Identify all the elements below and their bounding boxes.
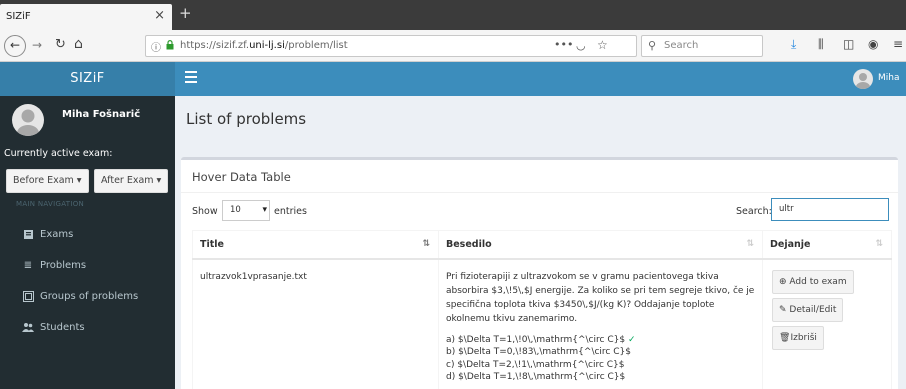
answer-c: c) $\Delta T=2,\!1\,\mathrm{^\circ C}$ xyxy=(446,359,625,370)
plus-circle-icon: ⊕ xyxy=(779,276,787,287)
problem-title-cell: ultrazvok1vprasanje.txt xyxy=(192,258,439,389)
column-actions-label: Dejanje xyxy=(770,238,811,250)
sidebar-user-name: Miha Fošnarič xyxy=(62,109,141,120)
users-icon xyxy=(22,322,34,334)
active-exam-label: Currently active exam: xyxy=(4,148,113,159)
url-domain: uni-lj.si xyxy=(249,40,285,51)
nav-header: MAIN NAVIGATION xyxy=(16,200,85,208)
bookmark-star-icon[interactable]: ☆ xyxy=(597,38,608,52)
pocket-icon[interactable]: ◡ xyxy=(576,39,586,52)
sidebar-toggle-icon[interactable]: ◫ xyxy=(843,37,854,51)
search-placeholder: Search xyxy=(664,40,699,51)
problems-table: Title ⇅ Besedilo ⇅ Dejanje ⇅ ultrazvok1vpra… xyxy=(192,230,892,389)
sidebar-item-label: Groups of problems xyxy=(40,291,139,302)
sort-icon: ⇅ xyxy=(746,239,754,249)
library-icon[interactable]: ⫼ xyxy=(818,37,824,52)
browser-tab[interactable]: SIZiF × xyxy=(0,4,172,30)
answer-d: d) $\Delta T=1,\!8\,\mathrm{^\circ C}$ xyxy=(446,372,626,382)
download-icon[interactable]: ⤓ xyxy=(791,37,796,52)
info-icon[interactable]: ⓘ xyxy=(151,39,161,54)
show-label: Show xyxy=(192,206,218,217)
add-to-exam-label: Add to exam xyxy=(789,276,847,287)
sidebar-item-label: Problems xyxy=(40,260,87,271)
data-table-box: Hover Data Table Show 10 ▾ entries Searc… xyxy=(181,157,898,389)
entries-value: 10 xyxy=(230,205,241,215)
add-to-exam-button[interactable]: ⊕ Add to exam xyxy=(772,269,854,294)
sidebar-toggle-icon[interactable] xyxy=(185,71,197,83)
app-header: Miha xyxy=(175,62,906,96)
divider xyxy=(181,192,898,193)
book-icon xyxy=(22,229,34,241)
delete-label: Izbriši xyxy=(790,332,817,343)
column-title-label: Title xyxy=(200,238,224,250)
detail-edit-label: Detail/Edit xyxy=(789,304,837,315)
column-text-label: Besedilo xyxy=(446,238,492,250)
page-actions-icon[interactable]: ••• xyxy=(554,38,573,51)
box-title: Hover Data Table xyxy=(192,170,291,184)
actions-cell: ⊕ Add to exam ✎ Detail/Edit 🗑Izbriši xyxy=(762,258,892,389)
chevron-down-icon: ▾ xyxy=(262,205,267,215)
forward-icon[interactable]: → xyxy=(32,38,42,52)
after-exam-button[interactable]: After Exam ▾ xyxy=(94,169,169,193)
table-search-input[interactable]: ultr xyxy=(771,198,889,221)
problem-text-cell: Pri fizioterapiji z ultrazvokom se v gra… xyxy=(438,258,763,389)
tab-close-icon[interactable]: × xyxy=(154,8,165,23)
list-icon: ≣ xyxy=(23,260,33,271)
sort-icon: ⇅ xyxy=(875,239,883,249)
sidebar-item-students[interactable]: Students xyxy=(0,313,175,343)
user-name[interactable]: Miha xyxy=(878,73,900,83)
back-arrow-icon: ← xyxy=(9,38,21,52)
table-search-value: ultr xyxy=(779,204,794,214)
app-logo[interactable]: SIZiF xyxy=(0,62,175,96)
column-header-actions[interactable]: Dejanje ⇅ xyxy=(762,230,892,260)
menu-icon[interactable]: ≡ xyxy=(893,37,903,51)
reload-icon[interactable]: ↻ xyxy=(55,37,66,52)
tab-title: SIZiF xyxy=(6,11,31,22)
sort-icon: ⇅ xyxy=(422,239,430,249)
browser-search-bar[interactable]: ⚲ Search xyxy=(641,35,763,57)
answer-a-text: a) $\Delta T=1,\!0\,\mathrm{^\circ C}$ xyxy=(446,334,626,345)
before-exam-button[interactable]: Before Exam ▾ xyxy=(6,169,89,193)
user-avatar[interactable] xyxy=(853,69,873,89)
sidebar: Miha Fošnarič Currently active exam: Bef… xyxy=(0,96,175,389)
account-icon[interactable]: ◉ xyxy=(868,37,878,51)
entries-select[interactable]: 10 ▾ xyxy=(222,200,270,221)
lock-icon xyxy=(166,40,174,50)
avatar xyxy=(12,104,44,136)
url-bar[interactable]: ⓘ https://sizif.zf.uni-lj.si/problem/lis… xyxy=(145,35,637,57)
user-panel: Miha Fošnarič xyxy=(0,96,175,144)
problem-text: Pri fizioterapiji z ultrazvokom se v gra… xyxy=(446,271,755,324)
detail-edit-button[interactable]: ✎ Detail/Edit xyxy=(772,297,844,322)
trash-icon: 🗑 xyxy=(779,332,791,343)
column-header-text[interactable]: Besedilo ⇅ xyxy=(438,230,763,260)
browser-toolbar: ← → ↻ ⌂ ⓘ https://sizif.zf.uni-lj.si/pro… xyxy=(0,30,906,62)
sidebar-item-label: Exams xyxy=(40,229,74,240)
back-button[interactable]: ← xyxy=(4,35,26,57)
sidebar-item-problems[interactable]: ≣ Problems xyxy=(0,251,175,281)
correct-check-icon: ✓ xyxy=(627,334,636,345)
delete-button[interactable]: 🗑Izbriši xyxy=(772,325,824,350)
new-tab-button[interactable]: + xyxy=(179,4,192,22)
edit-icon: ✎ xyxy=(779,304,787,315)
answer-b: b) $\Delta T=0,\!83\,\mathrm{^\circ C}$ xyxy=(446,347,631,357)
answer-a: a) $\Delta T=1,\!0\,\mathrm{^\circ C}$ ✓ xyxy=(446,334,755,347)
group-icon xyxy=(22,291,34,303)
table-search-label: Search: xyxy=(736,206,772,217)
table-header-row: Title ⇅ Besedilo ⇅ Dejanje ⇅ xyxy=(192,230,892,260)
problem-title: ultrazvok1vprasanje.txt xyxy=(200,271,307,282)
page-title: List of problems xyxy=(186,110,307,128)
table-row: ultrazvok1vprasanje.txt Pri fizioterapij… xyxy=(192,258,892,389)
entries-label: entries xyxy=(274,206,307,217)
sidebar-item-label: Students xyxy=(40,322,85,333)
browser-tab-bar: SIZiF × + xyxy=(0,0,906,30)
column-header-title[interactable]: Title ⇅ xyxy=(192,230,439,260)
url-prefix: https://sizif.zf. xyxy=(180,40,250,51)
sidebar-item-groups[interactable]: Groups of problems xyxy=(0,282,175,312)
url-path: /problem/list xyxy=(284,40,348,51)
sidebar-item-exams[interactable]: Exams xyxy=(0,220,175,250)
search-icon: ⚲ xyxy=(648,39,657,52)
home-icon[interactable]: ⌂ xyxy=(74,36,83,52)
url-text: https://sizif.zf.uni-lj.si/problem/list xyxy=(180,40,348,51)
